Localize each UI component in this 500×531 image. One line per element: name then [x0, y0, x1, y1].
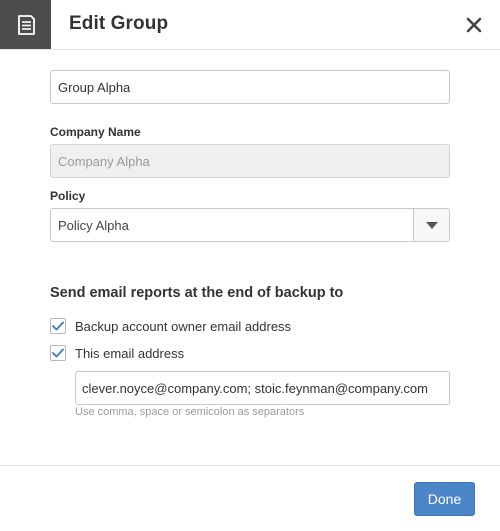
done-button[interactable]: Done	[414, 482, 475, 516]
caret-down-icon	[425, 221, 438, 229]
checkmark-icon	[52, 348, 64, 358]
email-address-input[interactable]	[75, 371, 450, 405]
close-button[interactable]	[462, 13, 486, 37]
owner-email-checkbox[interactable]	[50, 318, 66, 334]
owner-email-option[interactable]: Backup account owner email address	[50, 317, 291, 335]
this-email-option[interactable]: This email address	[50, 344, 184, 362]
company-name-label: Company Name	[50, 125, 141, 139]
this-email-checkbox[interactable]	[50, 345, 66, 361]
policy-select[interactable]: Policy Alpha	[50, 208, 450, 242]
this-email-label: This email address	[75, 345, 185, 361]
email-separator-hint: Use comma, space or semicolon as separat…	[75, 406, 305, 418]
document-icon	[0, 0, 51, 49]
dialog-header: Edit Group	[0, 0, 500, 50]
dialog-title: Edit Group	[69, 13, 169, 34]
email-reports-title: Send email reports at the end of backup …	[50, 285, 344, 301]
checkmark-icon	[52, 321, 64, 331]
company-name-input	[50, 144, 450, 178]
owner-email-label: Backup account owner email address	[75, 318, 292, 334]
policy-selected-value: Policy Alpha	[58, 218, 129, 233]
policy-label: Policy	[50, 189, 86, 203]
policy-dropdown-toggle[interactable]	[413, 209, 449, 241]
close-icon	[466, 17, 482, 33]
group-name-input[interactable]	[50, 70, 450, 104]
footer-divider	[0, 465, 500, 466]
